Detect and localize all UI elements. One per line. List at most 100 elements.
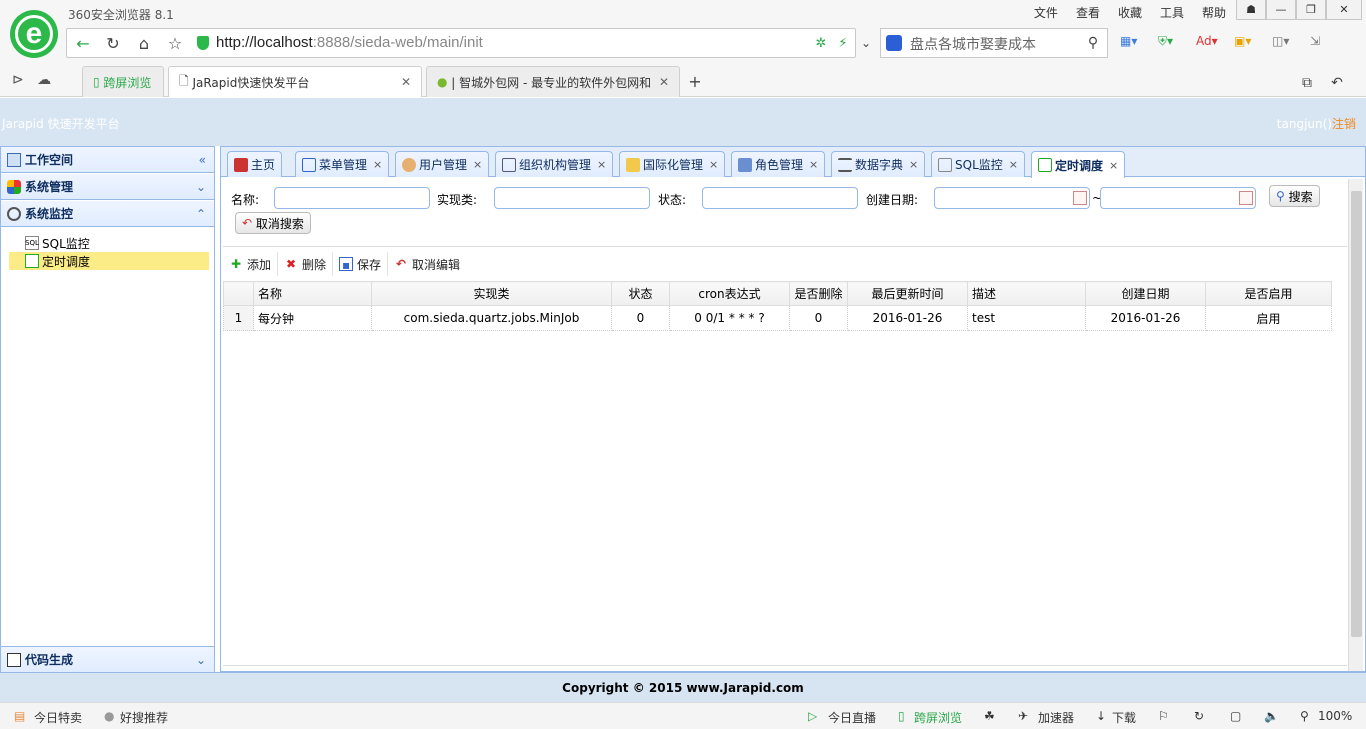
expand-down-icon[interactable]: ⌄ — [196, 653, 206, 667]
scrollbar-thumb[interactable] — [1351, 191, 1362, 637]
date-to-input[interactable] — [1100, 187, 1256, 209]
home-icon[interactable]: ⌂ — [133, 32, 155, 54]
close-window-button[interactable]: ✕ — [1326, 0, 1362, 20]
close-icon[interactable]: × — [909, 158, 918, 171]
table-cell[interactable]: 0 — [789, 305, 848, 331]
search-icon[interactable]: ⚲ — [1082, 32, 1104, 54]
impl-input[interactable] — [494, 187, 650, 209]
more-icon[interactable]: ⇲ — [1310, 34, 1334, 52]
status-live[interactable]: 今日直播 — [828, 709, 876, 726]
table-cell[interactable]: test — [967, 305, 1086, 331]
leaf-icon[interactable]: ☘ — [984, 709, 995, 723]
collapse-up-icon[interactable]: ⌃ — [196, 207, 206, 221]
delete-button[interactable]: ✖ 删除 — [278, 252, 334, 276]
table-cell[interactable]: 0 0/1 * * * ? — [669, 305, 790, 331]
status-deals[interactable]: 今日特卖 — [34, 709, 82, 726]
maximize-button[interactable]: ❐ — [1296, 0, 1326, 20]
menu-file[interactable]: 文件 — [1034, 4, 1058, 21]
guard-icon[interactable]: ⛨▾ — [1158, 34, 1182, 52]
menu-help[interactable]: 帮助 — [1202, 4, 1226, 21]
tab-user-mgmt[interactable]: 用户管理 × — [395, 151, 490, 177]
tab-jarapid[interactable]: 🗋 JaRapid快速快发平台 ✕ — [168, 66, 422, 97]
collapse-icon[interactable]: « — [199, 153, 206, 167]
undo-close-icon[interactable]: ↶ — [1326, 72, 1348, 94]
refresh-icon[interactable]: ↻ — [102, 32, 124, 54]
tab-zhicheng[interactable]: ● | 智城外包网 - 最专业的软件外包网和 ✕ — [426, 66, 680, 97]
menu-favorites[interactable]: 收藏 — [1118, 4, 1142, 21]
minimize-button[interactable]: — — [1266, 0, 1296, 20]
table-cell[interactable]: 启用 — [1205, 305, 1332, 331]
tab-home[interactable]: 主页 — [227, 151, 283, 177]
column-header[interactable]: cron表达式 — [669, 281, 790, 306]
search-button[interactable]: ⚲ 搜索 — [1269, 185, 1320, 207]
vertical-scrollbar[interactable] — [1348, 179, 1363, 671]
tab-role-mgmt[interactable]: 角色管理 × — [731, 151, 826, 177]
calendar-icon[interactable] — [1239, 191, 1253, 205]
pdf-icon[interactable]: Ad▾ — [1196, 34, 1220, 52]
calendar-icon[interactable] — [1073, 191, 1087, 205]
add-button[interactable]: ✚ 添加 — [223, 252, 279, 276]
tab-org-mgmt[interactable]: 组织机构管理 × — [495, 151, 614, 177]
new-tab-button[interactable]: + — [684, 70, 706, 92]
close-icon[interactable]: × — [809, 158, 818, 171]
panel-system-monitor[interactable]: 系统监控 ⌃ — [1, 201, 214, 227]
column-header[interactable]: 最后更新时间 — [847, 281, 968, 306]
sidebar-item-sql-monitor[interactable]: SQL SQL监控 — [9, 234, 209, 252]
column-header[interactable]: 状态 — [611, 281, 670, 306]
status-recommend[interactable]: 好搜推荐 — [120, 709, 168, 726]
volume-icon[interactable]: 🔈 — [1264, 709, 1279, 723]
panel-system-mgmt[interactable]: 系统管理 ⌄ — [1, 174, 214, 200]
sidebar-toggle-icon[interactable]: ⊳ ☁ — [12, 72, 51, 88]
close-icon[interactable]: × — [473, 158, 482, 171]
status-cross-screen[interactable]: 跨屏浏览 — [914, 709, 962, 726]
chevron-down-icon[interactable]: ⌄ — [855, 32, 877, 54]
tab-menu-mgmt[interactable]: 菜单管理 × — [295, 151, 390, 177]
flag-icon[interactable]: ⚐ — [1158, 709, 1169, 723]
search-input[interactable]: 盘点各城市娶妻成本 — [910, 34, 1036, 54]
expand-down-icon[interactable]: ⌄ — [196, 180, 206, 194]
menu-view[interactable]: 查看 — [1076, 4, 1100, 21]
close-icon[interactable]: × — [373, 158, 382, 171]
close-icon[interactable]: × — [1009, 158, 1018, 171]
sidebar-item-scheduler[interactable]: 定时调度 — [9, 252, 209, 270]
sync-icon[interactable]: ↻ — [1194, 709, 1204, 723]
close-icon[interactable]: × — [709, 158, 718, 171]
apps-icon[interactable]: ▦▾ — [1120, 34, 1144, 52]
url-text[interactable]: http://localhost:8888/sieda-web/main/ini… — [216, 34, 483, 51]
panel-code-gen[interactable]: 代码生成 ⌄ — [1, 646, 214, 672]
status-accelerator[interactable]: 加速器 — [1038, 709, 1074, 726]
column-header[interactable]: 名称 — [253, 281, 372, 306]
tab-sql-monitor[interactable]: SQL监控 × — [931, 151, 1025, 177]
name-input[interactable] — [274, 187, 430, 209]
table-cell[interactable]: 每分钟 — [253, 305, 372, 331]
column-header[interactable]: 是否删除 — [789, 281, 848, 306]
tab-cross-screen[interactable]: ▯ 跨屏浏览 — [82, 66, 164, 97]
gift-icon[interactable]: ▣▾ — [1234, 34, 1258, 52]
date-from-input[interactable] — [934, 187, 1090, 209]
tab-dictionary[interactable]: 数据字典 × — [831, 151, 926, 177]
close-tab-icon[interactable]: ✕ — [659, 75, 669, 89]
cancel-edit-button[interactable]: ↶ 取消编辑 — [388, 252, 466, 276]
cancel-search-button[interactable]: ↶ 取消搜索 — [235, 212, 311, 234]
close-icon[interactable]: × — [597, 158, 606, 171]
close-tab-icon[interactable]: ✕ — [401, 75, 411, 89]
column-header[interactable]: 描述 — [967, 281, 1086, 306]
table-cell[interactable]: 2016-01-26 — [847, 305, 968, 331]
column-header[interactable]: 创建日期 — [1085, 281, 1206, 306]
skin-button[interactable]: ☗ — [1236, 0, 1266, 20]
screenshot-icon[interactable]: ◫▾ — [1272, 34, 1296, 52]
table-cell[interactable]: 2016-01-26 — [1085, 305, 1206, 331]
status-download[interactable]: 下载 — [1112, 709, 1136, 726]
column-header[interactable]: 是否启用 — [1205, 281, 1332, 306]
tab-scheduler[interactable]: 定时调度 × — [1031, 151, 1126, 178]
save-button[interactable]: ▪ 保存 — [333, 252, 389, 276]
search-engine-icon[interactable] — [886, 35, 902, 51]
table-cell[interactable]: com.sieda.quartz.jobs.MinJob — [371, 305, 612, 331]
restore-tabs-icon[interactable]: ⧉ — [1296, 72, 1318, 94]
tab-i18n-mgmt[interactable]: 国际化管理 × — [619, 151, 726, 177]
speed-icon[interactable]: ✲ — [810, 32, 832, 54]
zoom-level[interactable]: 100% — [1318, 709, 1352, 723]
back-arrow-icon[interactable]: ← — [72, 32, 94, 54]
lightning-icon[interactable]: ⚡ — [832, 32, 854, 54]
window-icon[interactable]: ▢ — [1230, 709, 1241, 723]
